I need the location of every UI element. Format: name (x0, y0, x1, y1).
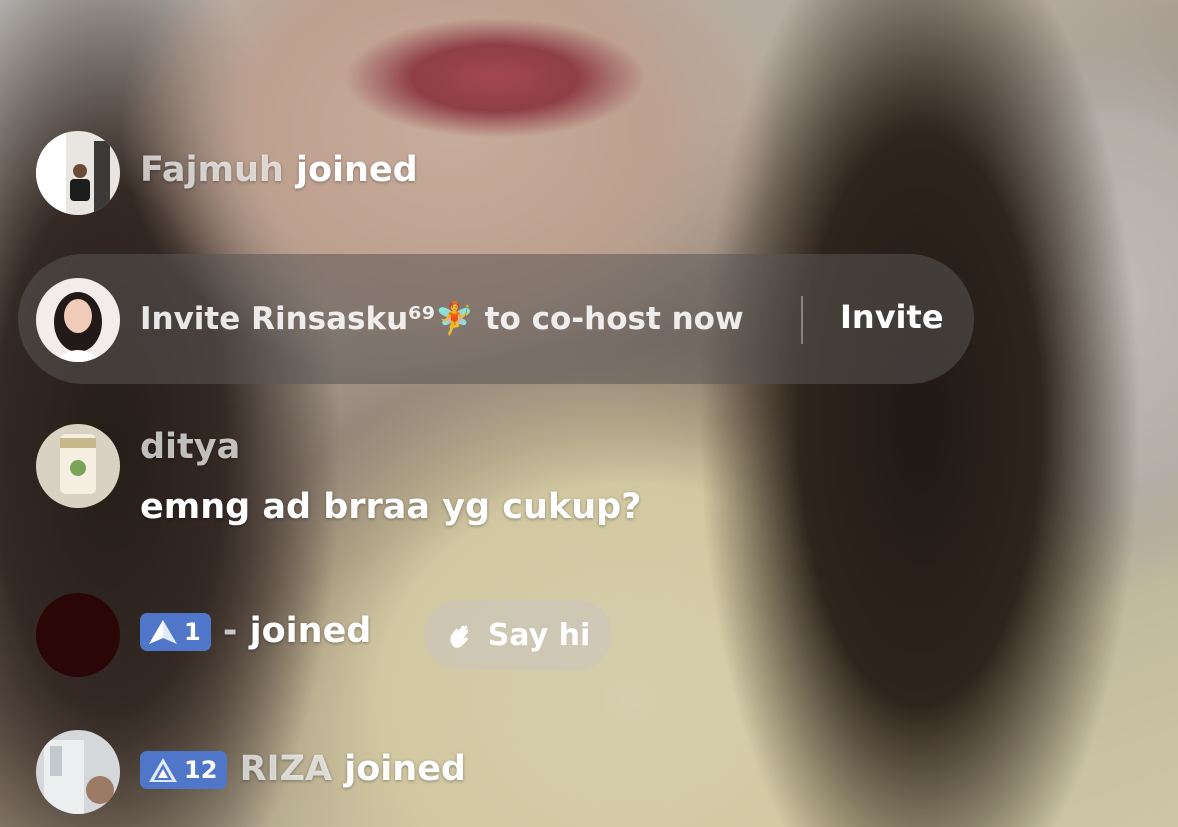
level-triangle-icon (149, 620, 177, 644)
live-chat-overlay: Fajmuh joined Invite Rinsasku⁶⁹🧚 to co-h… (0, 0, 1178, 827)
avatar-ditya-icon (36, 424, 120, 508)
avatar-riza-icon (36, 730, 120, 814)
divider (801, 296, 803, 344)
invite-cohost-text: Invite Rinsasku⁶⁹🧚 to co-host now (140, 300, 744, 337)
avatar[interactable] (36, 424, 120, 508)
fairy-emoji-icon: 🧚 (435, 301, 474, 337)
chat-action: joined (344, 749, 466, 789)
say-hi-label: Say hi (487, 617, 591, 653)
chat-message-join: 1 - joined (140, 613, 371, 651)
avatar-dark-icon (36, 593, 120, 677)
level-badge: 12 (140, 751, 228, 789)
level-badge: 1 (140, 613, 211, 651)
chat-message-join: Fajmuh joined (140, 153, 418, 188)
avatar[interactable] (36, 131, 120, 215)
say-hi-button[interactable]: Say hi (424, 600, 612, 670)
chat-message-join: 12 RIZA joined (140, 751, 466, 789)
avatar[interactable] (36, 278, 120, 362)
invite-username: Rinsasku⁶⁹ (251, 301, 436, 337)
avatar-fajmuh-icon (36, 131, 120, 215)
chat-comment-text: emng ad brraa yg cukup? (140, 487, 642, 527)
avatar-rinsasku-icon (36, 278, 120, 362)
chat-username[interactable]: ditya (140, 427, 240, 467)
avatar[interactable] (36, 593, 120, 677)
invite-suffix: to co-host now (473, 301, 744, 337)
chat-username[interactable]: - (223, 611, 238, 651)
chat-action: joined (249, 611, 372, 651)
chat-username[interactable]: Fajmuh (140, 150, 284, 190)
invite-prefix: Invite (140, 301, 252, 337)
level-triangle-icon (149, 758, 177, 782)
level-number: 1 (184, 618, 201, 646)
chat-comment-username[interactable]: ditya (140, 430, 240, 465)
wave-hand-icon (446, 620, 476, 650)
avatar[interactable] (36, 730, 120, 814)
invite-button[interactable]: Invite (840, 298, 944, 336)
chat-username[interactable]: RIZA (240, 749, 332, 789)
level-number: 12 (184, 756, 218, 784)
chat-action: joined (295, 150, 418, 190)
